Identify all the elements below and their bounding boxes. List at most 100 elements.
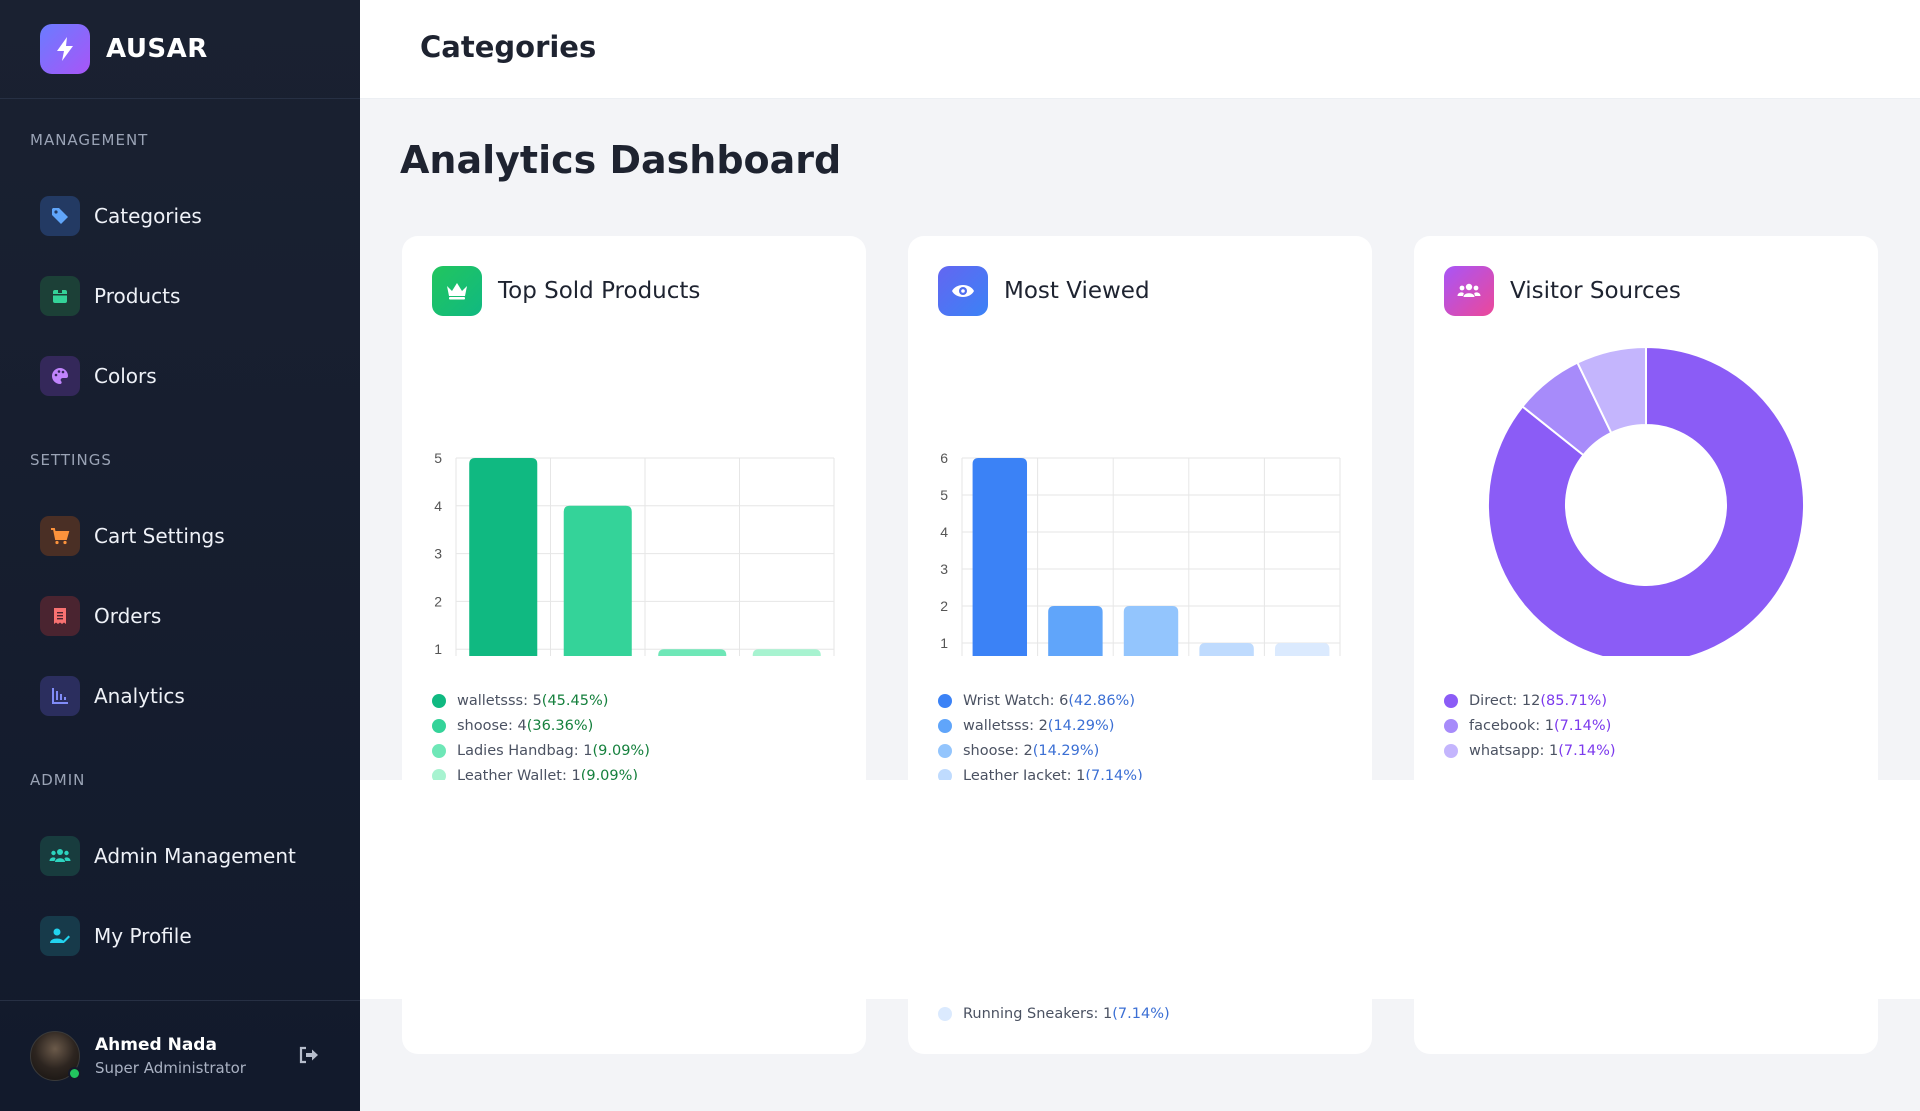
legend-label: shoose: 4: [457, 717, 527, 734]
bar: [1123, 606, 1179, 656]
eye-icon: [938, 266, 988, 316]
legend-dot: [938, 693, 952, 708]
bar: [1199, 643, 1254, 656]
users-icon: [40, 836, 80, 876]
sidebar: AUSAR MANAGEMENT Categories Products Col…: [0, 0, 360, 1111]
user-name: Ahmed Nada: [95, 1035, 217, 1055]
page-title: Analytics Dashboard: [400, 138, 842, 182]
user-role: Super Administrator: [95, 1059, 246, 1077]
sidebar-item-admin-management[interactable]: Admin Management: [40, 834, 296, 878]
legend-label: Ladies Handbag: 1: [457, 742, 593, 759]
legend-label: facebook: 1: [1469, 717, 1554, 734]
visitor-sources-donut-chart: [1487, 345, 1805, 656]
legend-dot: [1444, 718, 1458, 733]
sidebar-item-label: Orders: [94, 604, 162, 628]
sidebar-item-label: Analytics: [94, 684, 185, 708]
tag-icon: [40, 196, 80, 236]
y-tick-label: 5: [434, 450, 442, 466]
sidebar-item-label: Colors: [94, 364, 157, 388]
bar: [658, 649, 727, 656]
sidebar-item-label: Admin Management: [94, 844, 296, 868]
bar: [1274, 643, 1330, 656]
bar: [972, 458, 1028, 656]
users-icon: [1444, 266, 1494, 316]
legend-pct: (85.71%): [1540, 692, 1607, 709]
legend-pct: (9.09%): [592, 742, 650, 759]
y-tick-label: 5: [940, 487, 948, 503]
crown-icon: [432, 266, 482, 316]
most-viewed-bar-chart: 0123456Wrist WatchwalletsssshooseLeather…: [940, 450, 1341, 656]
sidebar-item-analytics[interactable]: Analytics: [40, 674, 185, 718]
sidebar-item-cart-settings[interactable]: Cart Settings: [40, 514, 225, 558]
legend-item: shoose: 2 (14.29%): [938, 738, 1143, 763]
user-info: Ahmed Nada Super Administrator: [95, 1035, 246, 1077]
top-sold-legend: walletsss: 5 (45.45%) shoose: 4 (36.36%) Lad…: [432, 688, 650, 788]
legend-pct: (7.14%): [1553, 717, 1612, 734]
legend-item: Direct: 12 (85.71%): [1444, 688, 1616, 713]
most-viewed-legend: Wrist Watch: 6 (42.86%) walletsss: 2 (14.29…: [938, 688, 1143, 788]
legend-item: walletsss: 2 (14.29%): [938, 713, 1143, 738]
legend-item: facebook: 1 (7.14%): [1444, 713, 1616, 738]
sidebar-item-label: Products: [94, 284, 181, 308]
legend-label: walletsss: 5: [457, 692, 542, 709]
section-title-management: MANAGEMENT: [30, 131, 149, 149]
legend-dot: [432, 693, 446, 708]
top-sold-bar-chart: 012345walletsssshooseLadies HandbagLeath…: [434, 450, 835, 656]
sidebar-item-label: Categories: [94, 204, 202, 228]
legend-dot: [432, 743, 446, 758]
sidebar-item-categories[interactable]: Categories: [40, 194, 202, 238]
legend-item: walletsss: 5 (45.45%): [432, 688, 650, 713]
sidebar-item-products[interactable]: Products: [40, 274, 180, 318]
y-tick-label: 2: [940, 598, 948, 614]
legend-pct: (42.86%): [1068, 692, 1135, 709]
visitor-sources-legend: Direct: 12 (85.71%) facebook: 1 (7.14%) what…: [1444, 688, 1616, 763]
legend-pct: (7.14%): [1112, 1006, 1170, 1022]
avatar[interactable]: [30, 1031, 81, 1081]
user-edit-icon: [40, 916, 80, 956]
y-tick-label: 6: [940, 450, 948, 466]
user-profile-bar: Ahmed Nada Super Administrator: [0, 1000, 360, 1111]
sidebar-item-label: Cart Settings: [94, 524, 225, 548]
legend-dot: [938, 718, 952, 733]
legend-item: whatsapp: 1 (7.14%): [1444, 738, 1616, 763]
card-title: Most Viewed: [1004, 278, 1150, 304]
sidebar-item-colors[interactable]: Colors: [40, 354, 157, 398]
legend-item: shoose: 4 (36.36%): [432, 713, 650, 738]
legend-item: Ladies Handbag: 1 (9.09%): [432, 738, 650, 763]
legend-pct: (14.29%): [1047, 717, 1115, 734]
legend-dot: [938, 743, 952, 758]
sidebar-item-label: My Profile: [94, 924, 192, 948]
y-tick-label: 3: [434, 546, 442, 562]
legend-label: walletsss: 2: [963, 717, 1048, 734]
legend-dot: [1444, 743, 1458, 758]
brand[interactable]: AUSAR: [0, 0, 360, 99]
brand-name: AUSAR: [106, 34, 208, 64]
box-icon: [40, 276, 80, 316]
chart-icon: [40, 676, 80, 716]
legend-item: Running Sneakers: 1 (7.14%): [938, 1006, 1170, 1022]
legend-dot: [432, 718, 446, 733]
section-title-settings: SETTINGS: [30, 451, 112, 469]
card-title: Visitor Sources: [1510, 278, 1681, 304]
y-tick-label: 4: [434, 498, 442, 514]
cart-icon: [40, 516, 80, 556]
legend-label: shoose: 2: [963, 742, 1033, 759]
lightning-icon: [40, 24, 90, 74]
header-title: Categories: [420, 30, 597, 64]
online-status-dot: [68, 1067, 81, 1080]
legend-pct: (7.14%): [1558, 742, 1616, 759]
legend-dot: [1444, 693, 1458, 708]
card-title: Top Sold Products: [498, 278, 701, 304]
receipt-icon: [40, 596, 80, 636]
y-tick-label: 1: [434, 641, 442, 656]
legend-pct: (14.29%): [1032, 742, 1100, 759]
sidebar-item-my-profile[interactable]: My Profile: [40, 914, 192, 958]
top-header: Categories: [360, 0, 1920, 99]
sidebar-item-orders[interactable]: Orders: [40, 594, 161, 638]
legend-pct: (36.36%): [526, 717, 594, 734]
legend-item: Wrist Watch: 6 (42.86%): [938, 688, 1143, 713]
y-tick-label: 4: [940, 524, 948, 540]
y-tick-label: 2: [434, 593, 442, 609]
section-title-admin: ADMIN: [30, 771, 86, 789]
logout-icon[interactable]: [298, 1045, 322, 1069]
